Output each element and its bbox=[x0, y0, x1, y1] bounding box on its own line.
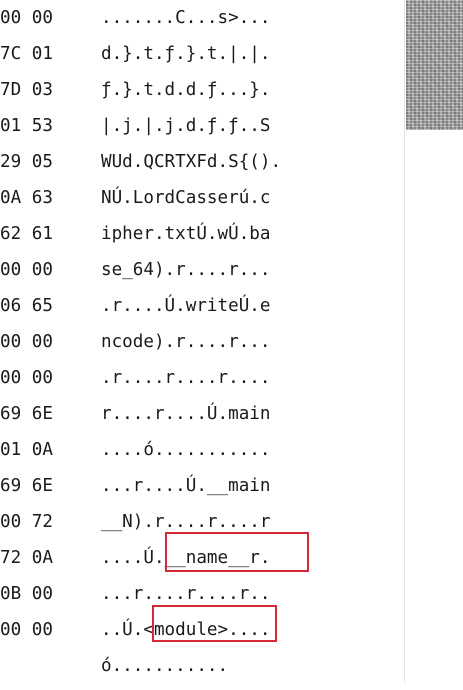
ascii-row: .r....Ú.writeÚ.e bbox=[101, 296, 271, 316]
hex-row: 01 0A bbox=[0, 440, 53, 460]
hex-row: 00 00 bbox=[0, 8, 53, 28]
ascii-text-column: .......C...s>... d.}.t.ƒ.}.t.|.|. ƒ.}.t.d.… bbox=[101, 6, 401, 690]
ascii-row: WUd.QCRTXFd.S{(). bbox=[101, 152, 282, 172]
hex-row: 69 6E bbox=[0, 404, 53, 424]
ascii-row: .......C...s>... bbox=[101, 8, 271, 28]
minimap[interactable] bbox=[406, 0, 463, 683]
hex-row: 01 53 bbox=[0, 116, 53, 136]
hex-row: 62 61 bbox=[0, 224, 53, 244]
hex-row: 00 00 bbox=[0, 260, 53, 280]
hex-byte-column: 00 00 7C 01 7D 03 01 53 29 05 0A 63 62 61 00 00… bbox=[0, 6, 80, 654]
hex-row: 00 00 bbox=[0, 332, 53, 352]
ascii-row: ipher.txtÚ.wÚ.ba bbox=[101, 224, 271, 244]
hex-row: 06 65 bbox=[0, 296, 53, 316]
ascii-row: ncode).r....r... bbox=[101, 332, 271, 352]
ascii-row: ...r....Ú.__main bbox=[101, 476, 271, 496]
hex-row: 0A 63 bbox=[0, 188, 53, 208]
hex-row: 29 05 bbox=[0, 152, 53, 172]
hex-row: 7D 03 bbox=[0, 80, 53, 100]
ascii-row: r....r....Ú.main bbox=[101, 404, 271, 424]
hex-row: 00 00 bbox=[0, 620, 53, 640]
ascii-row: |.j.|.j.d.ƒ.ƒ..S bbox=[101, 116, 271, 136]
hex-row: 00 00 bbox=[0, 368, 53, 388]
hex-row: 00 72 bbox=[0, 512, 53, 532]
ascii-row: .r....r....r.... bbox=[101, 368, 271, 388]
highlight-module-box bbox=[152, 605, 277, 642]
minimap-viewport-thumb[interactable] bbox=[406, 0, 463, 130]
ascii-row: NÚ.LordCasserú.c bbox=[101, 188, 271, 208]
hex-row: 69 6E bbox=[0, 476, 53, 496]
hex-row: 72 0A bbox=[0, 548, 53, 568]
ascii-row: ó........... bbox=[101, 656, 229, 676]
hex-row: 7C 01 bbox=[0, 44, 53, 64]
ascii-row: se_64).r....r... bbox=[101, 260, 271, 280]
ascii-row: ƒ.}.t.d.d.ƒ...}. bbox=[101, 80, 271, 100]
highlight-name-box bbox=[165, 532, 309, 572]
ascii-row: ....ó........... bbox=[101, 440, 271, 460]
hex-row: 0B 00 bbox=[0, 584, 53, 604]
ascii-row: d.}.t.ƒ.}.t.|.|. bbox=[101, 44, 271, 64]
minimap-divider bbox=[404, 0, 405, 683]
